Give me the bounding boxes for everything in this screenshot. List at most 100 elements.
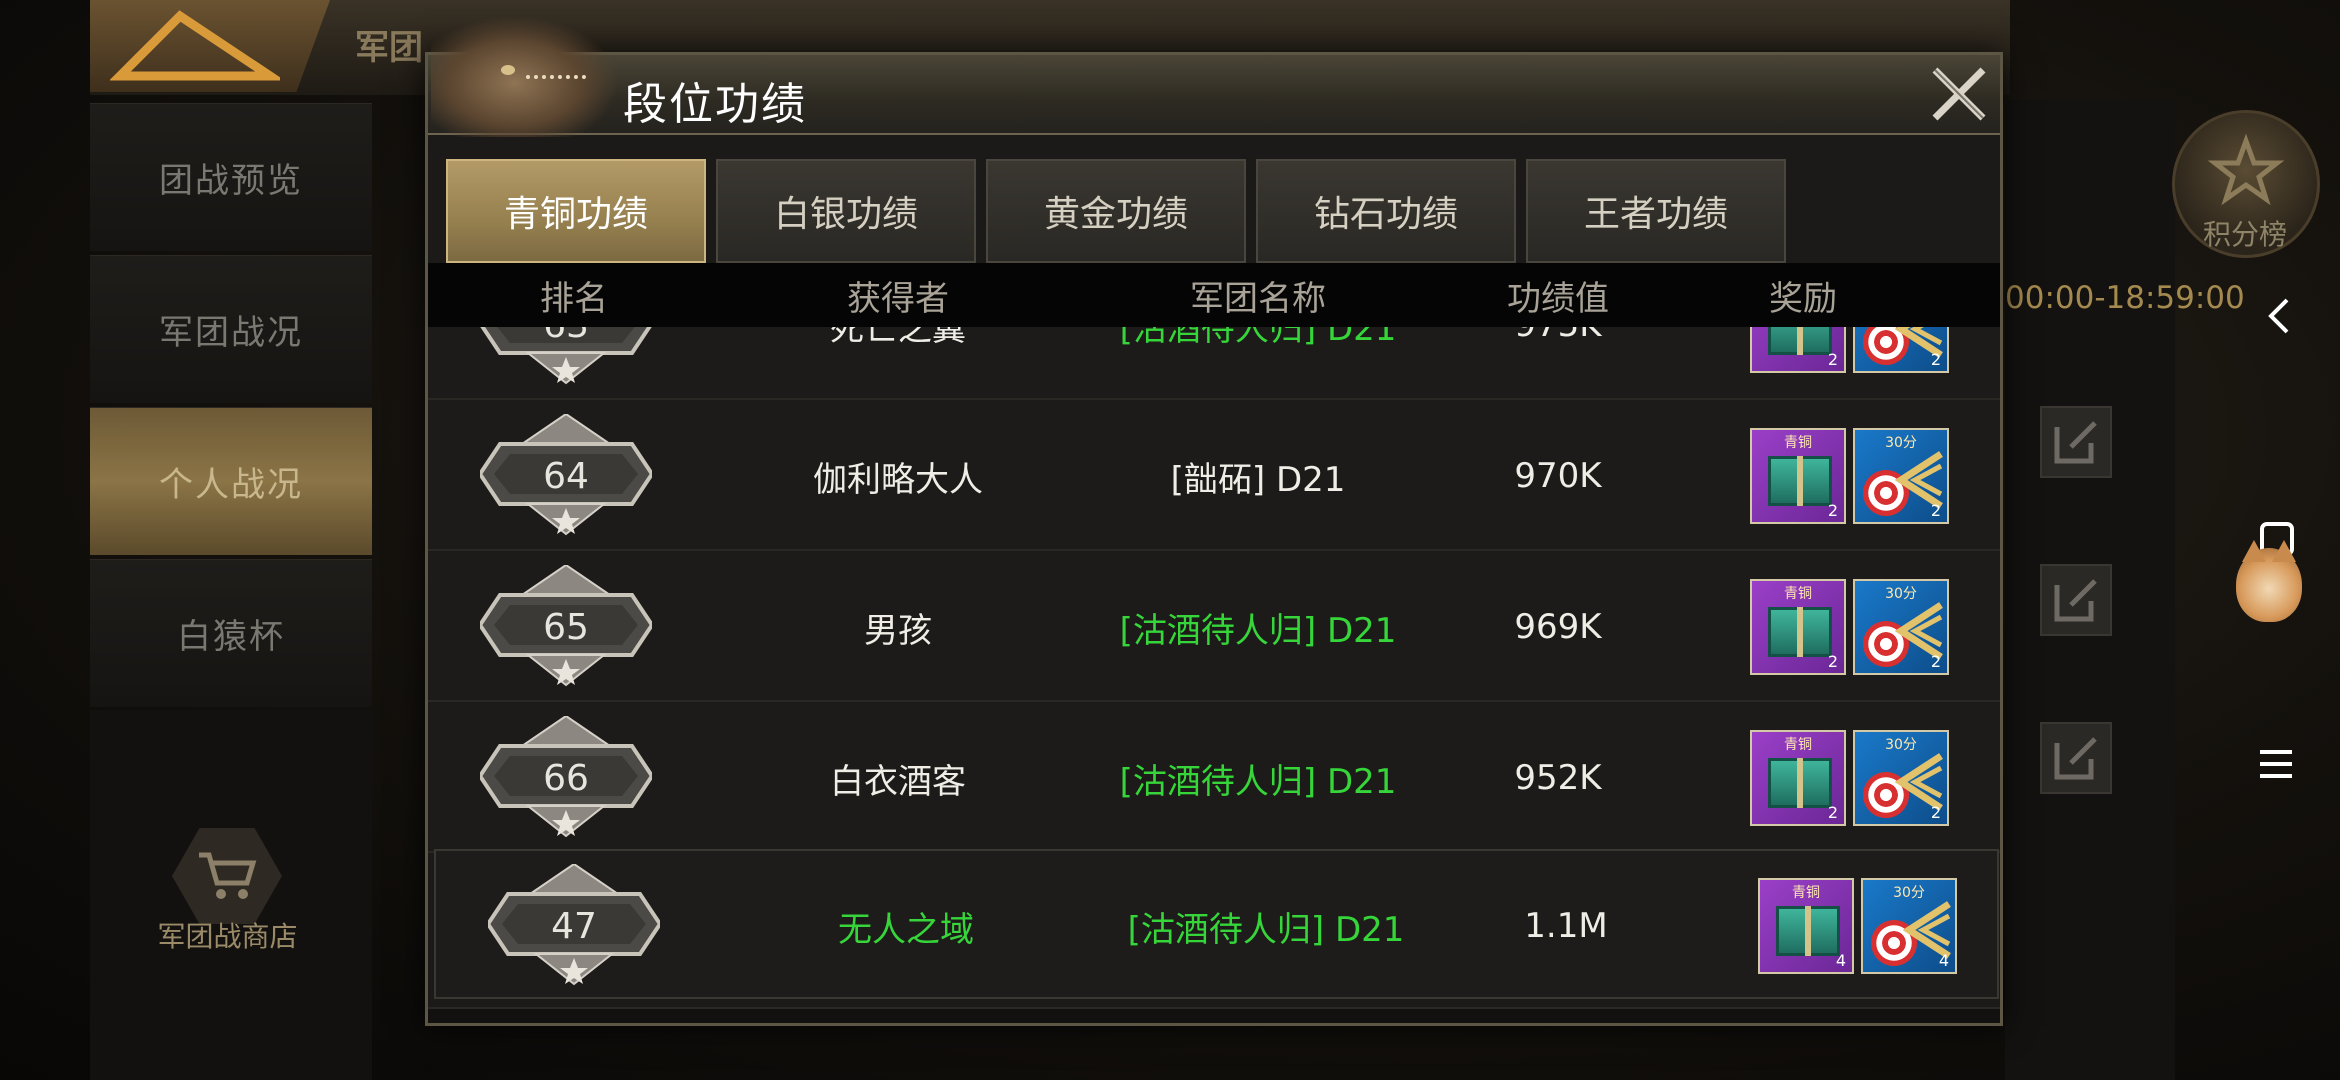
player-name: 死亡之翼 — [830, 327, 966, 349]
event-time: 00:00-18:59:00 — [2005, 280, 2245, 316]
tab-king[interactable]: 王者功绩 — [1526, 159, 1786, 263]
shop-label: 军团战商店 — [157, 920, 298, 953]
reward-item[interactable]: 30分 2 — [1853, 730, 1949, 826]
rank-number: 63 — [480, 327, 652, 387]
reward-tag: 青铜 — [1784, 586, 1812, 602]
legion-name: [沽酒待人归] D21 — [1127, 909, 1405, 950]
background-title: 军团 — [355, 28, 423, 68]
reward-tag: 青铜 — [1784, 435, 1812, 451]
reward-item[interactable]: 30分 4 — [1861, 878, 1957, 974]
reward-item[interactable]: 30分2 — [1853, 327, 1949, 373]
rank-badge-icon: 65 — [477, 563, 655, 689]
back-button[interactable] — [90, 0, 330, 92]
reward-item[interactable]: 30分 2 — [1853, 579, 1949, 675]
tab-gold[interactable]: 黄金功绩 — [986, 159, 1246, 263]
left-menu: 团战预览 军团战况 个人战况 白猿杯 — [90, 103, 372, 711]
reward-count: 2 — [1827, 652, 1838, 671]
merit-value: 970K — [1514, 456, 1602, 496]
rank-number: 65 — [543, 606, 589, 648]
table-row: 65 男孩 [沽酒待人归] D21 969K 青铜 2 30分 2 — [428, 552, 2000, 702]
legion-name: [韷砳] D21 — [1170, 459, 1346, 500]
leaderboard-label: 积分榜 — [2202, 218, 2287, 251]
rank-number: 47 — [551, 905, 597, 947]
reward-item[interactable]: 青铜 2 — [1750, 730, 1846, 826]
edit-button[interactable] — [2040, 564, 2112, 636]
reward-count: 2 — [1827, 501, 1838, 520]
close-button[interactable] — [1928, 63, 1990, 125]
edit-icon — [2054, 421, 2097, 464]
crate-icon — [1768, 456, 1832, 506]
reward-count: 2 — [1827, 350, 1838, 369]
rank-number: 64 — [543, 455, 589, 497]
reward-item[interactable]: 青铜 2 — [1750, 579, 1846, 675]
reward-item[interactable]: 青铜 2 — [1750, 428, 1846, 524]
player-name: 伽利略大人 — [813, 459, 983, 500]
reward-tag: 30分 — [1885, 737, 1917, 753]
merit-tabs: 青铜功绩 白银功绩 黄金功绩 钻石功绩 王者功绩 — [446, 159, 1786, 263]
tab-bronze[interactable]: 青铜功绩 — [446, 159, 706, 263]
system-menu-icon[interactable] — [2258, 747, 2294, 781]
reward-tag: 青铜 — [1784, 737, 1812, 753]
left-menu-item-personal-status[interactable]: 个人战况 — [90, 407, 372, 555]
system-back-icon[interactable] — [2265, 296, 2293, 336]
close-icon — [1932, 67, 1986, 121]
tab-diamond[interactable]: 钻石功绩 — [1256, 159, 1516, 263]
crate-icon — [1768, 607, 1832, 657]
left-menu-item-overview[interactable]: 团战预览 — [90, 103, 372, 251]
left-menu-item-white-ape-cup[interactable]: 白猿杯 — [90, 559, 372, 707]
modal-title: 段位功绩 — [623, 79, 807, 130]
crate-icon — [1768, 758, 1832, 808]
reward-tag: 30分 — [1893, 885, 1925, 901]
reward-count: 2 — [1930, 501, 1941, 520]
modal-bottom-edge — [428, 1007, 2000, 1023]
merit-value: 952K — [1514, 758, 1602, 798]
reward-tag: 青铜 — [1792, 885, 1820, 901]
column-rank: 排名 — [540, 278, 608, 319]
reward-count: 2 — [1930, 350, 1941, 369]
edit-button[interactable] — [2040, 406, 2112, 478]
ranking-list[interactable]: 63 死亡之翼 [沽酒待人归] D21 975K 青铜 2 30分 2 64 伽利略大人 [韷砳] … — [428, 327, 2000, 907]
legion-name: [沽酒待人归] D21 — [1119, 761, 1397, 802]
rank-badge-icon: 64 — [477, 412, 655, 538]
merit-value: 969K — [1514, 607, 1602, 647]
player-name: 无人之域 — [838, 909, 974, 950]
reward-count: 2 — [1930, 652, 1941, 671]
reward-count: 4 — [1938, 951, 1949, 970]
tab-silver[interactable]: 白银功绩 — [716, 159, 976, 263]
crate-icon — [1768, 327, 1832, 355]
reward-count: 2 — [1827, 803, 1838, 822]
modal-header: 段位功绩 — [428, 17, 2000, 137]
reward-item[interactable]: 青铜2 — [1750, 327, 1846, 373]
column-legion: 军团名称 — [1190, 278, 1326, 319]
table-row: 64 伽利略大人 [韷砳] D21 970K 青铜 2 30分 2 — [428, 401, 2000, 551]
table-row: 66 白衣酒客 [沽酒待人归] D21 952K 青铜 2 30分 2 — [428, 703, 2000, 853]
reward-count: 2 — [1930, 803, 1941, 822]
legion-name: [沽酒待人归] D21 — [1119, 327, 1397, 349]
rank-badge-icon: 47 — [485, 862, 663, 988]
cart-icon — [199, 852, 257, 899]
column-merit: 功绩值 — [1507, 278, 1609, 319]
edit-button[interactable] — [2040, 722, 2112, 794]
rank-number: 66 — [543, 757, 589, 799]
game-screen: 军团 团战预览 军团战况 个人战况 白猿杯 军团战商店 积分榜 00:00-18… — [0, 0, 2340, 1080]
floating-cat-avatar[interactable] — [2236, 540, 2302, 622]
self-rank-row: 47 无人之域 [沽酒待人归] D21 1.1M 青铜 4 30分 4 — [434, 849, 1999, 999]
reward-count: 4 — [1835, 951, 1846, 970]
reward-tag: 30分 — [1885, 586, 1917, 602]
crate-icon — [1776, 906, 1840, 956]
back-arrow-icon — [110, 10, 280, 81]
edit-icon — [2054, 737, 2097, 780]
reward-item[interactable]: 30分 2 — [1853, 428, 1949, 524]
reward-item[interactable]: 青铜 4 — [1758, 878, 1854, 974]
left-menu-item-legion-status[interactable]: 军团战况 — [90, 255, 372, 403]
player-name: 男孩 — [864, 610, 932, 651]
player-name: 白衣酒客 — [830, 761, 966, 802]
rank-badge-icon: 63 — [480, 327, 652, 387]
merit-value: 975K — [1478, 327, 1638, 400]
merit-value: 1.1M — [1524, 906, 1608, 946]
edit-icon — [2054, 579, 2097, 622]
table-header: 排名 获得者 军团名称 功绩值 奖励 — [428, 263, 2000, 327]
column-reward: 奖励 — [1769, 278, 1837, 319]
reward-tag: 30分 — [1885, 435, 1917, 451]
legion-name: [沽酒待人归] D21 — [1119, 610, 1397, 651]
